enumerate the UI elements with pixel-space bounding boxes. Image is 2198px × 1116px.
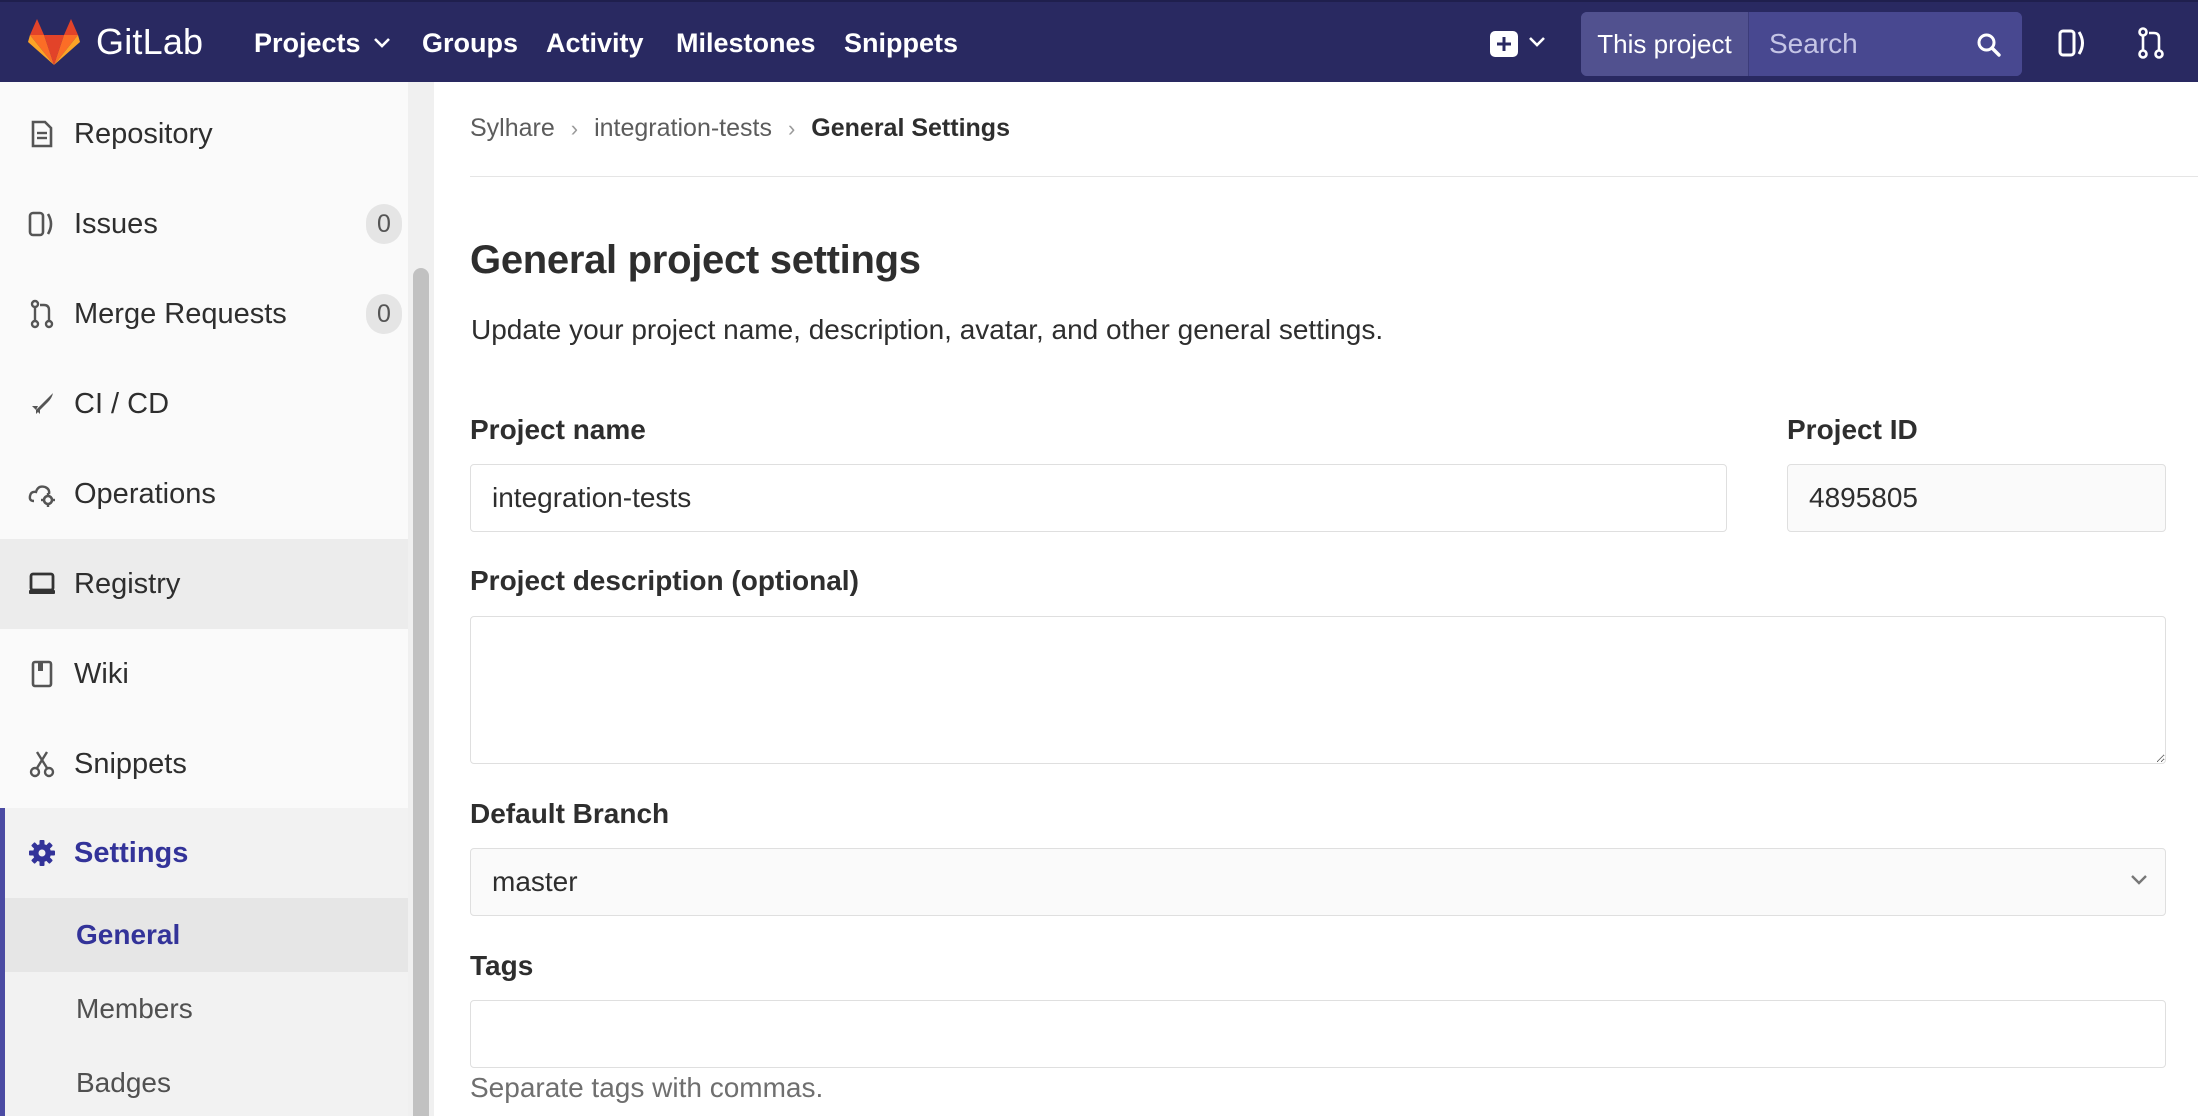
nav-projects-dropdown[interactable]: Projects [254, 26, 391, 60]
sidebar-item-snippets[interactable]: Snippets [0, 719, 408, 809]
page-title: General project settings [470, 238, 921, 282]
chevron-down-icon [373, 38, 390, 48]
nav-activity[interactable]: Activity [546, 26, 644, 60]
sidebar-item-ci-cd[interactable]: CI / CD [0, 359, 408, 449]
gitlab-logo-icon [28, 19, 80, 65]
search-box: This project [1581, 12, 2022, 76]
issues-icon [27, 209, 57, 239]
chevron-right-icon: › [570, 115, 579, 141]
merge-request-icon [27, 299, 57, 329]
breadcrumb-project[interactable]: integration-tests [594, 114, 772, 143]
chevron-down-icon[interactable] [1528, 36, 1546, 48]
project-sidebar: Repository Issues 0 Merge Requests 0 CI … [0, 82, 434, 1116]
project-description-label: Project description (optional) [470, 565, 859, 596]
sidebar-item-wiki[interactable]: Wiki [0, 629, 408, 719]
tags-label: Tags [470, 950, 534, 981]
sidebar-item-label: Snippets [74, 747, 187, 780]
sidebar-item-label: Operations [74, 477, 216, 510]
sidebar-item-repository[interactable]: Repository [0, 89, 408, 179]
nav-snippets[interactable]: Snippets [844, 26, 958, 60]
breadcrumb: Sylhare › integration-tests › General Se… [470, 114, 1010, 143]
book-icon [27, 659, 57, 689]
sidebar-subitem-general[interactable]: General [5, 898, 408, 972]
breadcrumb-namespace[interactable]: Sylhare [470, 114, 555, 143]
nav-milestones[interactable]: Milestones [676, 26, 816, 60]
document-icon [27, 119, 57, 149]
sidebar-item-registry[interactable]: Registry [0, 539, 408, 629]
laptop-icon [27, 569, 57, 599]
scissors-icon [27, 749, 57, 779]
merge-requests-count-badge: 0 [366, 294, 402, 334]
nav-projects-label: Projects [254, 28, 361, 58]
project-id-field[interactable] [1787, 464, 2166, 532]
sidebar-item-label: Settings [74, 836, 189, 869]
sidebar-scrollbar-thumb[interactable] [413, 268, 429, 1116]
chevron-right-icon: › [787, 115, 796, 141]
breadcrumb-current[interactable]: General Settings [811, 114, 1010, 143]
default-branch-value: master [492, 866, 578, 897]
project-id-label: Project ID [1787, 414, 1918, 445]
sidebar-item-label: Registry [74, 567, 181, 600]
project-name-input[interactable] [470, 464, 1727, 532]
new-item-button[interactable] [1490, 31, 1518, 57]
gitlab-home-link[interactable]: GitLab [28, 16, 203, 68]
sidebar-subitem-members[interactable]: Members [5, 972, 408, 1046]
sidebar-item-operations[interactable]: Operations [0, 449, 408, 539]
page-subtitle: Update your project name, description, a… [471, 314, 1384, 345]
breadcrumb-divider [470, 176, 2198, 177]
default-branch-select[interactable]: master [470, 848, 2166, 916]
sidebar-item-label: Merge Requests [74, 297, 287, 330]
top-navbar: GitLab Projects Groups Activity Mileston… [0, 0, 2198, 82]
rocket-icon [27, 389, 57, 419]
default-branch-label: Default Branch [470, 798, 670, 829]
project-description-textarea[interactable] [470, 616, 2166, 764]
settings-section: Settings General Members Badges [0, 808, 408, 1116]
sidebar-item-merge-requests[interactable]: Merge Requests 0 [0, 269, 408, 359]
plus-icon [1497, 37, 1511, 51]
nav-groups[interactable]: Groups [422, 26, 518, 60]
tags-input[interactable] [470, 1000, 2166, 1068]
sidebar-subitem-label: General [76, 919, 181, 950]
merge-request-icon[interactable] [2134, 26, 2168, 60]
gear-icon [27, 838, 57, 868]
project-name-label: Project name [470, 414, 646, 445]
cloud-gear-icon [27, 479, 57, 509]
search-scope-label[interactable]: This project [1581, 12, 1749, 76]
sidebar-item-settings[interactable]: Settings [5, 808, 408, 898]
search-icon[interactable] [1976, 32, 2002, 58]
sidebar-item-label: Issues [74, 207, 158, 240]
sidebar-item-label: Repository [74, 117, 213, 150]
sidebar-subitem-badges[interactable]: Badges [5, 1046, 408, 1116]
sidebar-item-issues[interactable]: Issues 0 [0, 179, 408, 269]
issues-count-badge: 0 [366, 204, 402, 244]
tags-help-text: Separate tags with commas. [470, 1072, 824, 1103]
sidebar-subitem-label: Badges [76, 1067, 171, 1098]
sidebar-item-label: CI / CD [74, 387, 170, 420]
brand-name: GitLab [96, 21, 204, 62]
issues-icon[interactable] [2056, 26, 2090, 60]
chevron-down-icon [2131, 875, 2147, 885]
sidebar-subitem-label: Members [76, 993, 193, 1024]
sidebar-item-label: Wiki [74, 657, 129, 690]
